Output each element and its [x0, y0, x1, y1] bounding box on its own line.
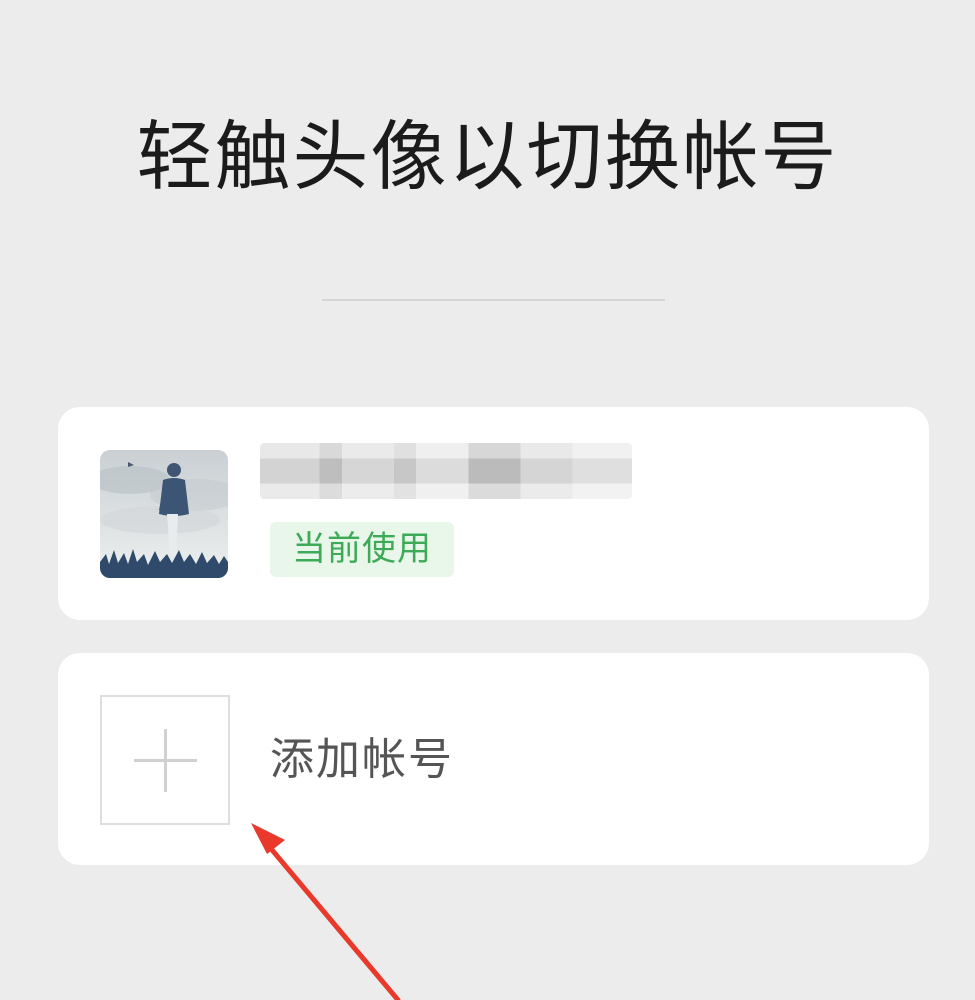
- title-divider: [322, 299, 665, 301]
- add-account-card[interactable]: 添加帐号: [58, 653, 929, 865]
- account-avatar[interactable]: [100, 450, 228, 578]
- user-avatar-photo-icon: [100, 450, 228, 578]
- current-account-card[interactable]: 当前使用: [58, 407, 929, 620]
- current-status-badge: 当前使用: [270, 522, 454, 577]
- account-name-redacted: [260, 443, 632, 499]
- plus-icon-vertical: [164, 729, 167, 792]
- add-account-label: 添加帐号: [270, 734, 454, 785]
- page-title: 轻触头像以切换帐号: [136, 112, 839, 201]
- add-account-button[interactable]: [100, 695, 230, 825]
